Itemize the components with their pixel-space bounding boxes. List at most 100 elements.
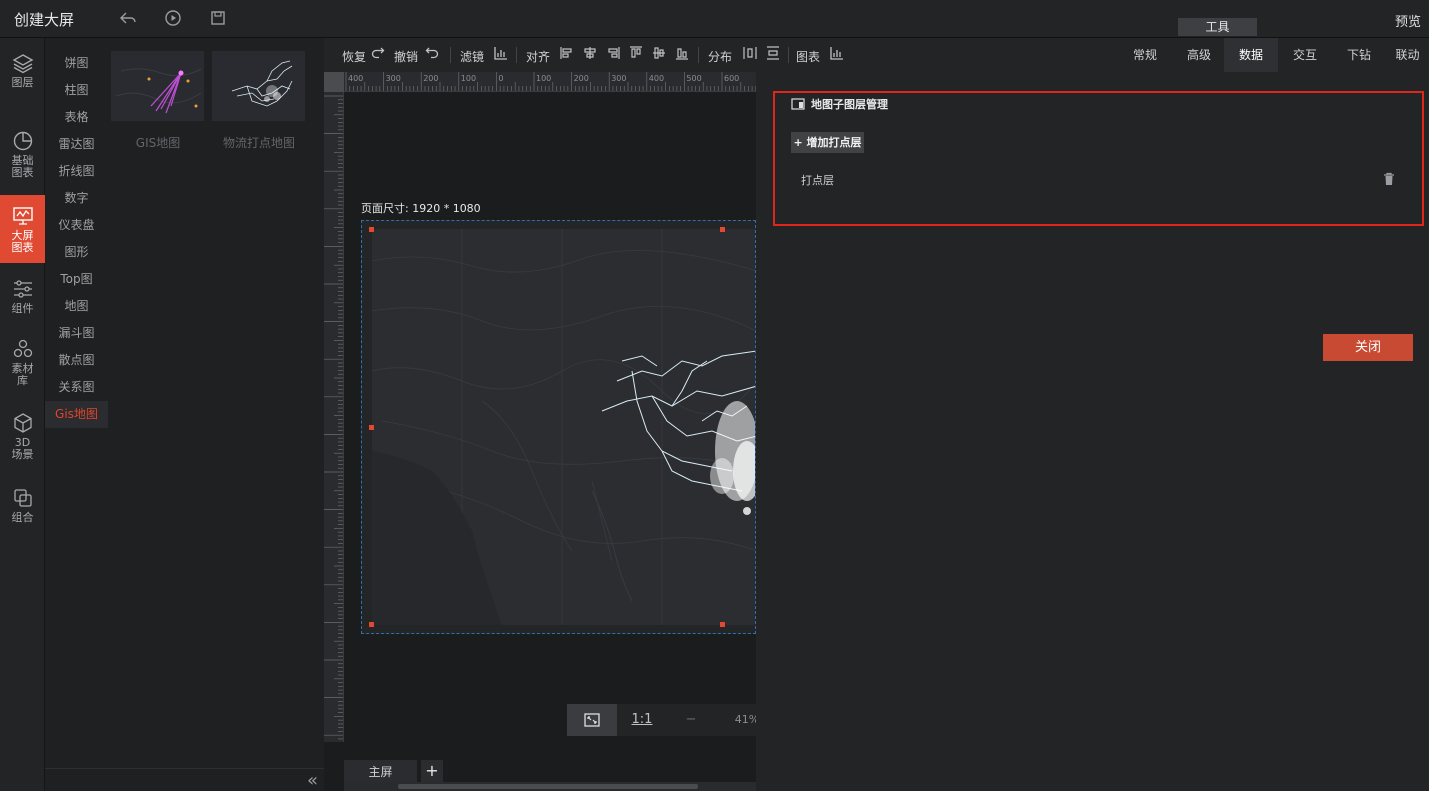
tab-interaction[interactable]: 交互 (1278, 38, 1332, 72)
chart-icon[interactable] (829, 46, 845, 62)
nav-assets[interactable]: 素材 库 (0, 338, 45, 387)
ruler-tick-label: 300 (611, 74, 626, 83)
screen-tab-main[interactable]: 主屏 (344, 760, 417, 784)
filter-chart-icon[interactable] (493, 46, 509, 62)
align-label: 对齐 (526, 50, 551, 64)
undo-icon[interactable] (424, 46, 440, 62)
add-point-layer-button[interactable]: + 增加打点层 (791, 132, 864, 153)
align-hcenter-icon[interactable] (582, 46, 598, 62)
category-item[interactable]: 柱图 (45, 77, 108, 104)
save-icon[interactable] (208, 9, 228, 29)
nav-group[interactable]: 组合 (0, 487, 45, 524)
nav-label: 3D 场景 (11, 436, 34, 461)
gis-map-thumbnail[interactable] (111, 51, 204, 121)
filter-label[interactable]: 滤镜 (460, 48, 484, 65)
resize-handle[interactable] (369, 227, 374, 232)
add-screen-button[interactable]: + (421, 760, 443, 782)
tools-tab[interactable]: 工具 (1178, 18, 1257, 36)
nav-layers[interactable]: 图层 (0, 52, 45, 89)
align-top-icon[interactable] (628, 46, 644, 62)
category-item-gis[interactable]: Gis地图 (45, 401, 108, 428)
category-item[interactable]: 仪表盘 (45, 212, 108, 239)
ruler-tick-label: 300 (386, 74, 401, 83)
horizontal-scrollbar[interactable] (344, 782, 756, 791)
ruler-corner (324, 72, 344, 92)
distribute-label: 分布 (708, 50, 733, 64)
screen-chart-icon (12, 207, 33, 225)
thumbnail-label: GIS地图 (135, 136, 181, 150)
tab-data[interactable]: 数据 (1224, 38, 1278, 72)
redo-icon[interactable] (370, 46, 386, 62)
layers-icon (12, 54, 33, 74)
category-item[interactable]: 数字 (45, 185, 108, 212)
category-item[interactable]: Top图 (45, 266, 108, 293)
category-item[interactable]: 表格 (45, 104, 108, 131)
tab-advanced[interactable]: 高级 (1172, 38, 1226, 72)
zoom-out-button[interactable]: − (671, 704, 711, 736)
editor-toolbar: 恢复 撤销 滤镜 对齐 分布 图表 (324, 38, 1124, 72)
ruler-tick-label: 400 (649, 74, 664, 83)
zoom-1to1-button[interactable]: 1:1 (619, 704, 665, 736)
component-thumbnails: GIS地图 物流打点地图 (108, 38, 324, 768)
category-item[interactable]: 地图 (45, 293, 108, 320)
category-item[interactable]: 折线图 (45, 158, 108, 185)
undo-label[interactable]: 撤销 (394, 48, 418, 65)
tab-general[interactable]: 常规 (1118, 38, 1172, 72)
nav-label: 素材 库 (11, 362, 34, 387)
cube-icon (13, 413, 32, 433)
nav-label: 大屏 图表 (11, 229, 34, 254)
category-list: 饼图 柱图 表格 雷达图 折线图 数字 仪表盘 图形 Top图 地图 漏斗图 散… (45, 38, 108, 791)
distribute-v-icon[interactable] (765, 46, 781, 62)
align-left-icon[interactable] (559, 46, 575, 62)
preview-button[interactable]: 预览 (1395, 11, 1421, 30)
ruler-tick-label: 100 (536, 74, 551, 83)
chart-label[interactable]: 图表 (796, 48, 820, 65)
align-bottom-icon[interactable] (674, 46, 690, 62)
redo-label[interactable]: 恢复 (342, 48, 366, 65)
category-item[interactable]: 散点图 (45, 347, 108, 374)
top-bar: 创建大屏 工具 预览 (0, 0, 1429, 38)
ruler-tick-label: 400 (348, 74, 363, 83)
resize-handle[interactable] (369, 425, 374, 430)
nav-components[interactable]: 组件 (0, 278, 45, 315)
nav-basic-charts[interactable]: 基础 图表 (0, 130, 45, 179)
resize-handle[interactable] (369, 622, 374, 627)
app-title: 创建大屏 (14, 11, 75, 29)
group-icon (13, 489, 32, 507)
tab-drilldown[interactable]: 下钻 (1332, 38, 1386, 72)
align-vcenter-icon[interactable] (651, 46, 667, 62)
ruler-tick-label: 200 (574, 74, 589, 83)
layer-row-label[interactable]: 打点层 (801, 172, 834, 188)
scrollbar-thumb[interactable] (398, 784, 698, 789)
fit-screen-icon[interactable] (567, 704, 617, 736)
back-icon[interactable] (118, 9, 138, 29)
resize-handle[interactable] (720, 227, 725, 232)
thumbnail-label: 物流打点地图 (222, 136, 295, 150)
layer-manager-title: 地图子图层管理 (791, 96, 888, 112)
trash-icon[interactable] (1383, 172, 1395, 186)
page-frame[interactable] (361, 220, 756, 634)
ruler-tick-label: 200 (423, 74, 438, 83)
nav-bigscreen-charts[interactable]: 大屏 图表 (0, 195, 45, 263)
distribute-h-icon[interactable] (742, 46, 758, 62)
category-item[interactable]: 图形 (45, 239, 108, 266)
nav-3d-scene[interactable]: 3D 场景 (0, 412, 45, 461)
tab-linkage[interactable]: 联动 (1386, 38, 1429, 72)
align-right-icon[interactable] (605, 46, 621, 62)
category-item[interactable]: 雷达图 (45, 131, 108, 158)
close-button[interactable]: 关闭 (1323, 334, 1413, 361)
category-item[interactable]: 漏斗图 (45, 320, 108, 347)
logistics-map-thumbnail[interactable] (212, 51, 305, 121)
category-item[interactable]: 饼图 (45, 50, 108, 77)
resize-handle[interactable] (720, 622, 725, 627)
nav-label: 图层 (11, 76, 34, 89)
category-item[interactable]: 关系图 (45, 374, 108, 401)
assets-icon (13, 339, 32, 358)
property-tabs: 常规 高级 数据 交互 下钻 联动 (1118, 38, 1429, 72)
left-nav: 图层 基础 图表 大屏 图表 组件 素材 库 3D 场景 组合 (0, 38, 45, 791)
play-icon[interactable] (163, 9, 183, 29)
layer-manager-title-text: 地图子图层管理 (811, 98, 888, 111)
double-chevron-left-icon[interactable]: « (307, 770, 318, 791)
nav-label: 基础 图表 (11, 154, 34, 179)
map-preview[interactable] (362, 221, 756, 634)
